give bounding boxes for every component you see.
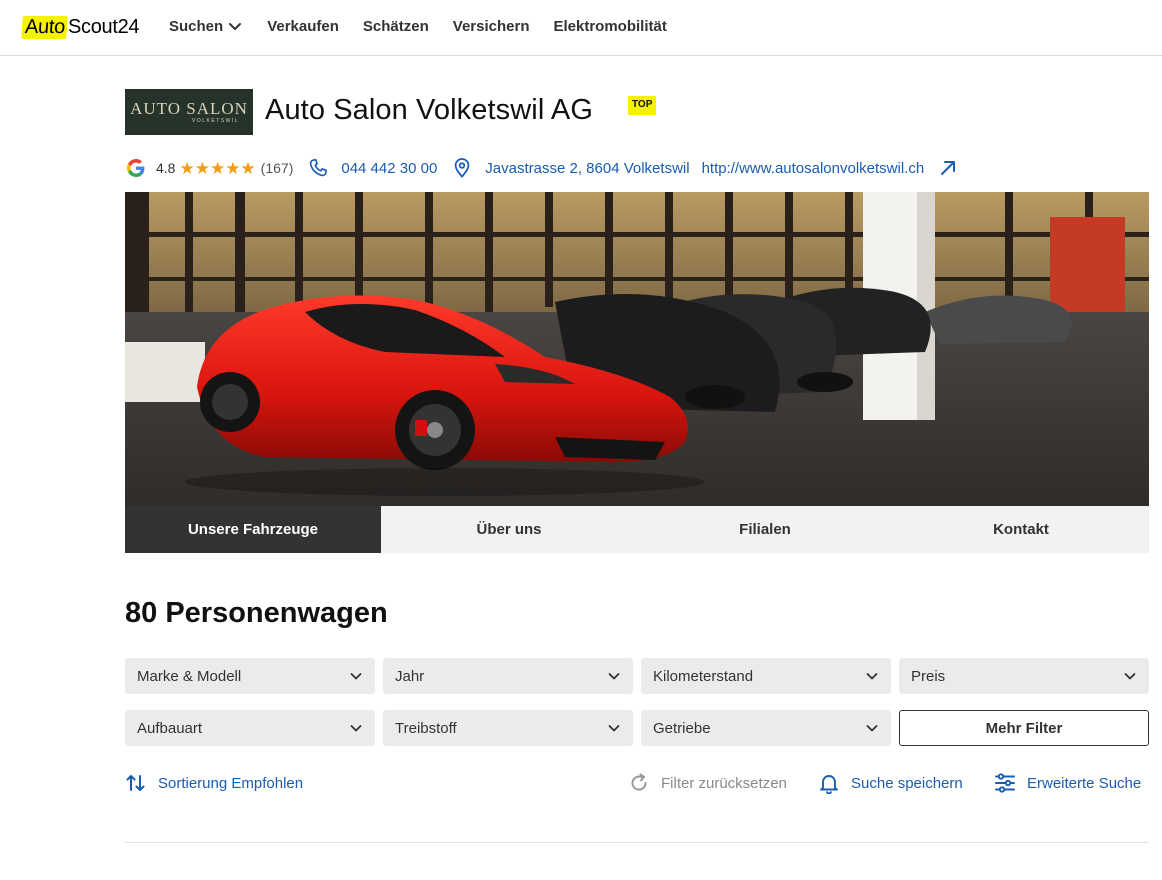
dealer-name: Auto Salon Volketswil AG bbox=[265, 94, 594, 126]
location-pin-icon bbox=[455, 158, 470, 178]
filter-getriebe[interactable]: Getriebe bbox=[641, 710, 891, 746]
filter-label: Marke & Modell bbox=[137, 667, 242, 685]
chevron-down-icon bbox=[608, 673, 620, 680]
star-rating: ★★★★★ bbox=[179, 158, 256, 178]
chevron-down-icon bbox=[866, 673, 878, 680]
nav-item-label: Schätzen bbox=[362, 17, 429, 35]
reset-icon bbox=[631, 773, 647, 791]
tab-ueber-uns[interactable]: Über uns bbox=[381, 506, 637, 553]
filter-marke-modell[interactable]: Marke & Modell bbox=[125, 658, 375, 694]
filter-label: Preis bbox=[911, 667, 946, 685]
save-search-label: Suche speichern bbox=[851, 774, 963, 792]
tab-unsere-fahrzeuge[interactable]: Unsere Fahrzeuge bbox=[125, 506, 381, 553]
dealer-logo-line1: AUTO SALON bbox=[130, 99, 248, 118]
chevron-down-icon bbox=[350, 673, 362, 680]
phone-icon bbox=[310, 158, 328, 177]
sort-label: Sortierung Empfohlen bbox=[158, 774, 304, 792]
top-badge: TOP bbox=[628, 96, 657, 115]
results-count-heading: 80 Personenwagen bbox=[125, 597, 388, 629]
extended-search-button[interactable]: Erweiterte Suche bbox=[994, 771, 1141, 795]
filter-grid: Marke & Modell Jahr Kilometerstand Preis… bbox=[125, 658, 1149, 746]
chevron-down-icon bbox=[608, 725, 620, 732]
more-filters-button[interactable]: Mehr Filter bbox=[899, 710, 1149, 746]
nav-item-elektromobilitaet[interactable]: Elektromobilität bbox=[553, 18, 666, 35]
reset-label: Filter zurücksetzen bbox=[661, 774, 787, 792]
autoscout24-logo[interactable]: Auto Scout24 bbox=[21, 13, 140, 41]
nav-item-label: Versichern bbox=[452, 17, 530, 35]
chevron-down-icon bbox=[350, 725, 362, 732]
divider bbox=[125, 842, 1149, 843]
tab-kontakt[interactable]: Kontakt bbox=[893, 506, 1149, 553]
filter-treibstoff[interactable]: Treibstoff bbox=[383, 710, 633, 746]
filter-label: Jahr bbox=[395, 667, 425, 685]
top-navigation-bar: Auto Scout24 Suchen Verkaufen Schätzen Ve… bbox=[0, 0, 1162, 56]
nav-item-verkaufen[interactable]: Verkaufen bbox=[267, 18, 339, 35]
dealer-info-row: 4.8 ★★★★★ (167) 044 442 30 00 Javastrass… bbox=[127, 156, 958, 180]
nav-item-versichern[interactable]: Versichern bbox=[453, 18, 530, 35]
phone-link[interactable]: 044 442 30 00 bbox=[341, 160, 437, 177]
tab-filialen[interactable]: Filialen bbox=[637, 506, 893, 553]
chevron-down-icon bbox=[866, 725, 878, 732]
website-link[interactable]: http://www.autosalonvolketswil.ch bbox=[702, 160, 925, 177]
reset-filters-button[interactable]: Filter zurücksetzen bbox=[628, 771, 787, 795]
chevron-down-icon bbox=[229, 23, 242, 30]
filter-label: Aufbauart bbox=[137, 719, 203, 737]
nav-item-label: Elektromobilität bbox=[553, 17, 667, 35]
main-nav: Suchen Verkaufen Schätzen Versichern Ele… bbox=[169, 0, 667, 52]
dealer-logo-line2: VOLKETSWIL bbox=[192, 118, 239, 124]
external-link-icon[interactable] bbox=[938, 158, 958, 178]
filter-label: Getriebe bbox=[653, 719, 711, 737]
nav-item-label: Suchen bbox=[169, 17, 224, 35]
filter-jahr[interactable]: Jahr bbox=[383, 658, 633, 694]
google-icon bbox=[127, 159, 145, 177]
logo-text: Scout24 bbox=[67, 15, 140, 38]
extended-search-label: Erweiterte Suche bbox=[1027, 774, 1142, 792]
save-search-button[interactable]: Suche speichern bbox=[818, 771, 963, 795]
filter-aufbauart[interactable]: Aufbauart bbox=[125, 710, 375, 746]
rating-value: 4.8 bbox=[156, 160, 176, 176]
nav-item-suchen[interactable]: Suchen bbox=[169, 18, 243, 35]
sliders-icon bbox=[995, 773, 1015, 793]
logo-highlight-text: Auto bbox=[21, 15, 68, 39]
sort-arrows-icon bbox=[126, 775, 145, 791]
filter-label: Treibstoff bbox=[395, 719, 457, 737]
nav-item-schaetzen[interactable]: Schätzen bbox=[363, 18, 429, 35]
showroom-photo bbox=[125, 192, 1149, 506]
filter-kilometerstand[interactable]: Kilometerstand bbox=[641, 658, 891, 694]
chevron-down-icon bbox=[1124, 673, 1136, 680]
nav-item-label: Verkaufen bbox=[267, 17, 339, 35]
dealer-tabs: Unsere Fahrzeuge Über uns Filialen Konta… bbox=[125, 506, 1149, 553]
address-link[interactable]: Javastrasse 2, 8604 Volketswil bbox=[485, 160, 689, 177]
filter-label: Kilometerstand bbox=[653, 667, 754, 685]
dealer-hero-image bbox=[125, 192, 1149, 506]
sort-button[interactable]: Sortierung Empfohlen bbox=[125, 771, 303, 795]
bell-icon bbox=[820, 775, 838, 794]
filter-preis[interactable]: Preis bbox=[899, 658, 1149, 694]
review-count[interactable]: (167) bbox=[261, 160, 294, 176]
dealer-logo: AUTO SALON VOLKETSWIL bbox=[125, 89, 253, 135]
